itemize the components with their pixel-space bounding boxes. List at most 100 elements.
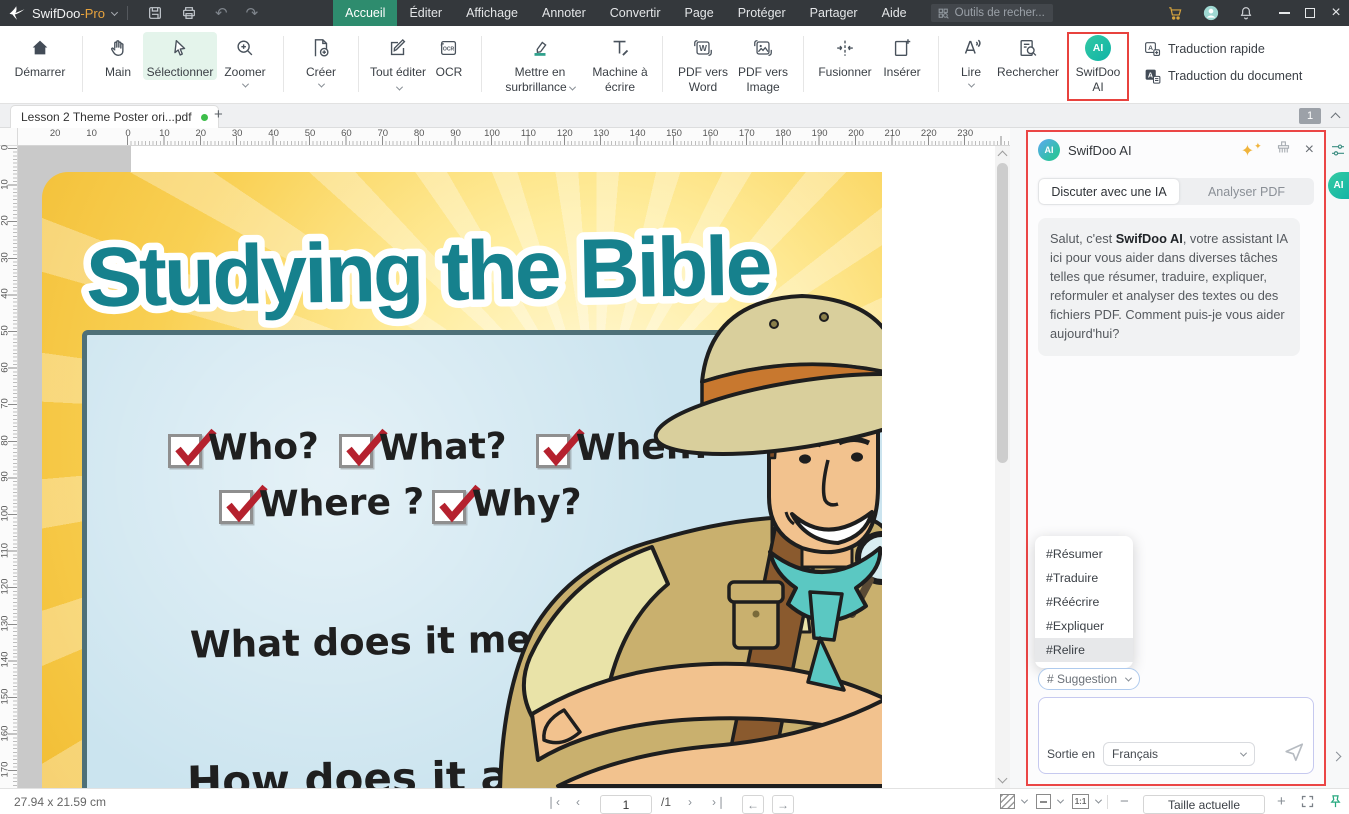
document-canvas[interactable]: Studying the Bible Who? What? When? Wher… — [18, 146, 1010, 788]
create-button[interactable]: Créer — [294, 32, 348, 88]
create-dropdown-caret[interactable] — [317, 81, 324, 88]
next-page-button[interactable]: › — [688, 789, 692, 814]
swifdoo-ai-button[interactable]: AI SwifDoo AI — [1067, 32, 1129, 101]
suggestion-caret-icon — [1125, 674, 1132, 681]
suggestion-dropdown-button[interactable]: # Suggestion — [1038, 668, 1140, 690]
saved-status-dot — [201, 114, 208, 121]
insert-page-icon — [891, 35, 913, 61]
zoom-in-button[interactable]: + — [1277, 789, 1286, 814]
menu-accueil[interactable]: Accueil — [333, 0, 397, 26]
suggestion-relire[interactable]: #Relire — [1035, 638, 1133, 662]
document-translate-icon: A — [1143, 67, 1161, 85]
divider — [481, 36, 482, 92]
ocr-button[interactable]: OCR OCR — [427, 32, 471, 80]
sparkle-icon[interactable]: ✦✦ — [1241, 141, 1262, 160]
account-avatar[interactable] — [1202, 4, 1220, 22]
merge-button[interactable]: Fusionner — [814, 32, 876, 80]
home-button[interactable]: Démarrer — [8, 32, 72, 80]
first-page-button[interactable]: ❘‹ — [546, 789, 560, 814]
app-name[interactable]: SwifDoo-Pro — [32, 6, 105, 21]
page-number-input[interactable]: 1 — [600, 795, 652, 814]
window-close-button[interactable]: × — [1323, 0, 1349, 26]
read-aloud-icon — [960, 35, 982, 61]
divider — [82, 36, 83, 92]
save-icon[interactable] — [147, 5, 163, 21]
scrollbar-thumb[interactable] — [997, 163, 1008, 463]
hand-icon — [107, 35, 129, 61]
svg-text:A: A — [1148, 71, 1153, 79]
search-document-button[interactable]: Rechercher — [993, 32, 1063, 80]
tool-search-placeholder: Outils de recher... — [955, 7, 1045, 19]
zoom-out-button[interactable]: − — [1120, 789, 1129, 814]
ai-floating-badge[interactable]: AI — [1328, 172, 1349, 199]
fit-size-button[interactable]: Taille actuelle — [1143, 795, 1265, 814]
previous-view-button[interactable]: ← — [742, 795, 764, 814]
tab-chat-with-ai[interactable]: Discuter avec une IA — [1039, 179, 1179, 204]
highlight-button[interactable]: Mettre en surbrillance — [492, 32, 588, 95]
previous-page-button[interactable]: ‹ — [576, 789, 580, 814]
page-layout-button[interactable] — [1036, 789, 1063, 814]
last-page-button[interactable]: ›❘ — [712, 789, 726, 814]
suggestion-resumer[interactable]: #Résumer — [1035, 542, 1133, 566]
menu-proteger[interactable]: Protéger — [726, 0, 798, 26]
suggestion-traduire[interactable]: #Traduire — [1035, 566, 1133, 590]
pdf-to-image-icon — [752, 35, 774, 61]
menu-aide[interactable]: Aide — [870, 0, 919, 26]
next-view-button[interactable]: → — [772, 795, 794, 814]
output-language-select[interactable]: Français — [1103, 742, 1255, 766]
pdf-to-word-button[interactable]: W PDF vers Word — [673, 32, 733, 95]
redo-icon[interactable]: ↷ — [246, 4, 259, 22]
divider — [662, 36, 663, 92]
pdf-to-image-button[interactable]: PDF vers Image — [733, 32, 793, 95]
scroll-up-arrow[interactable] — [998, 151, 1008, 161]
tab-analyze-pdf[interactable]: Analyser PDF — [1179, 185, 1314, 199]
collapse-ribbon-icon[interactable] — [1331, 113, 1341, 123]
zoom-ratio-button[interactable]: 1:1 — [1072, 789, 1101, 814]
suggestion-reecrire[interactable]: #Réécrire — [1035, 590, 1133, 614]
send-button[interactable] — [1283, 741, 1305, 768]
svg-text:OCR: OCR — [443, 46, 455, 52]
undo-icon[interactable]: ↶ — [215, 4, 228, 22]
tool-search-input[interactable]: Outils de recher... — [931, 4, 1053, 22]
background-mode-button[interactable] — [1000, 789, 1027, 814]
ribbon-toolbar: Démarrer Main Sélectionner Zoomer Créer … — [0, 26, 1349, 104]
print-icon[interactable] — [181, 5, 197, 21]
typewriter-button[interactable]: Machine à écrire — [588, 32, 652, 95]
insert-button[interactable]: Insérer — [876, 32, 928, 80]
scroll-down-arrow[interactable] — [998, 774, 1008, 784]
menu-convertir[interactable]: Convertir — [598, 0, 673, 26]
hand-tool-button[interactable]: Main — [93, 32, 143, 80]
suggestion-expliquer[interactable]: #Expliquer — [1035, 614, 1133, 638]
panel-settings-icon[interactable] — [1330, 142, 1346, 163]
menu-affichage[interactable]: Affichage — [454, 0, 530, 26]
vertical-scrollbar[interactable] — [995, 146, 1010, 788]
menu-page[interactable]: Page — [673, 0, 726, 26]
menu-annoter[interactable]: Annoter — [530, 0, 598, 26]
fullscreen-button[interactable] — [1300, 789, 1315, 814]
new-tab-button[interactable]: + — [214, 106, 223, 123]
document-tab[interactable]: Lesson 2 Theme Poster ori...pdf — [10, 105, 219, 128]
window-maximize-button[interactable] — [1297, 0, 1323, 26]
menu-editer[interactable]: Éditer — [397, 0, 454, 26]
close-panel-icon[interactable]: × — [1305, 141, 1314, 159]
cart-icon[interactable] — [1167, 5, 1184, 22]
ai-prompt-input[interactable]: Sortie en Français — [1038, 697, 1314, 774]
zoom-tool-button[interactable]: Zoomer — [217, 32, 273, 88]
app-menu-caret-icon[interactable] — [111, 8, 118, 15]
pin-toolbar-icon[interactable] — [1328, 789, 1343, 814]
zoom-dropdown-caret[interactable] — [241, 81, 248, 88]
read-dropdown-caret[interactable] — [967, 81, 974, 88]
menu-partager[interactable]: Partager — [798, 0, 870, 26]
select-tool-button[interactable]: Sélectionner — [143, 32, 217, 80]
edit-all-dropdown-caret[interactable] — [396, 84, 403, 91]
document-translate-button[interactable]: A Traduction du document — [1143, 67, 1302, 85]
clear-chat-icon[interactable] — [1276, 140, 1291, 160]
quick-translate-button[interactable]: A Traduction rapide — [1143, 40, 1302, 58]
read-button[interactable]: Lire — [949, 32, 993, 88]
window-minimize-button[interactable] — [1271, 0, 1297, 26]
highlight-dropdown-caret[interactable] — [569, 84, 576, 91]
checkbox-why — [432, 490, 466, 524]
edit-all-button[interactable]: Tout éditer — [369, 32, 427, 95]
page-size-readout: 27.94 x 21.59 cm — [14, 789, 106, 814]
notification-bell-icon[interactable] — [1238, 5, 1254, 21]
